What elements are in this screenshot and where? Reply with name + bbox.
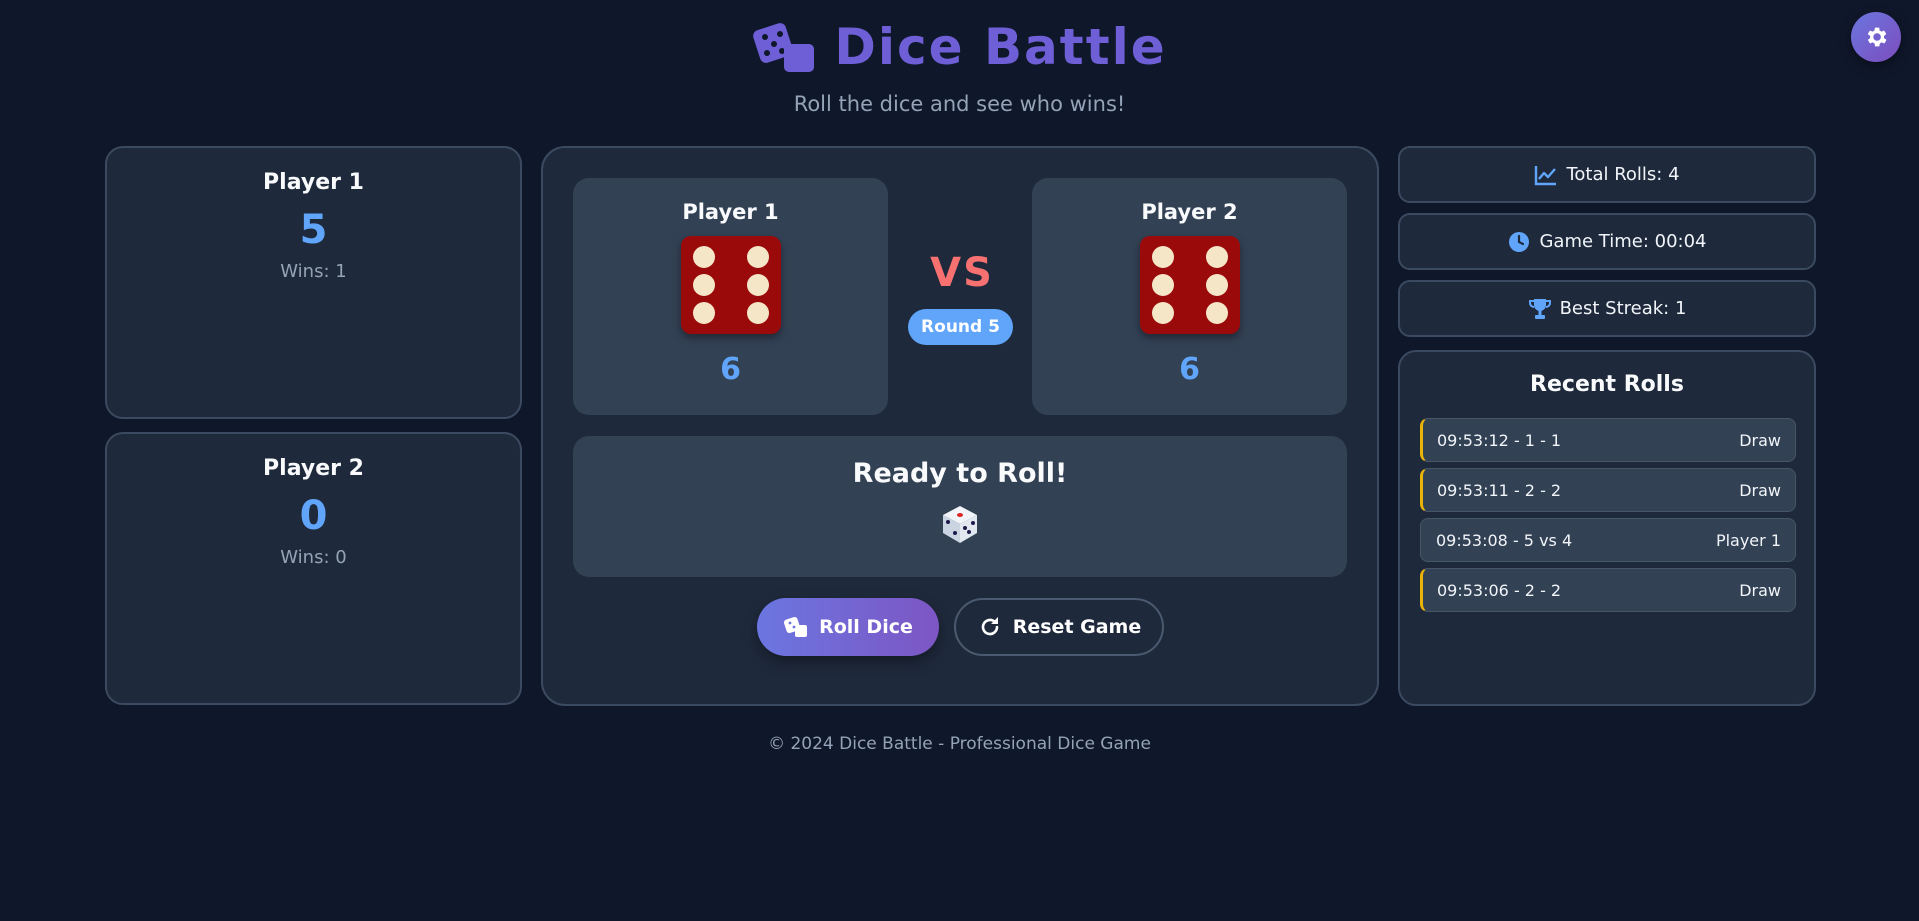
roll-entry-text: 09:53:12 - 1 - 1 [1437, 430, 1562, 450]
player-score: 0 [299, 493, 328, 539]
header: Dice Battle Roll the dice and see who wi… [0, 18, 1919, 116]
recent-rolls-title: Recent Rolls [1530, 372, 1684, 397]
game-die-icon [943, 506, 977, 543]
player-1-die [680, 236, 781, 334]
reset-game-label: Reset Game [1012, 616, 1142, 638]
die-player-label: Player 2 [1141, 200, 1238, 224]
player-2-die-panel: Player 2 6 [1032, 178, 1347, 415]
die-value: 6 [1179, 352, 1200, 387]
player-name: Player 1 [263, 170, 364, 195]
total-rolls-text: Total Rolls: 4 [1566, 164, 1680, 185]
game-arena: Player 1 6 VS Round 5 Player 2 6 Ready t… [541, 146, 1379, 706]
roll-entry-result: Draw [1739, 580, 1781, 600]
recent-rolls-list: 09:53:12 - 1 - 1 Draw 09:53:11 - 2 - 2 D… [1420, 418, 1796, 618]
reset-game-button[interactable]: Reset Game [954, 598, 1164, 656]
player-wins: Wins: 0 [280, 547, 347, 568]
trophy-icon [1528, 298, 1551, 319]
dice-logo-icon [753, 23, 815, 72]
status-text: Ready to Roll! [852, 458, 1068, 489]
vs-label: VS [930, 250, 994, 296]
game-time-stat: Game Time: 00:04 [1398, 213, 1816, 270]
list-item: 09:53:08 - 5 vs 4 Player 1 [1420, 518, 1796, 562]
game-time-text: Game Time: 00:04 [1539, 231, 1707, 252]
player-wins: Wins: 1 [280, 261, 347, 282]
footer: © 2024 Dice Battle - Professional Dice G… [768, 734, 1151, 754]
best-streak-text: Best Streak: 1 [1559, 298, 1687, 319]
player-1-die-panel: Player 1 6 [573, 178, 888, 415]
chart-line-icon [1535, 165, 1557, 185]
die-value: 6 [720, 352, 741, 387]
dice-icon [784, 616, 808, 637]
roll-entry-result: Draw [1739, 480, 1781, 500]
list-item: 09:53:12 - 1 - 1 Draw [1420, 418, 1796, 462]
reset-icon [981, 617, 999, 636]
player-name: Player 2 [263, 456, 364, 481]
best-streak-stat: Best Streak: 1 [1398, 280, 1816, 337]
roll-dice-button[interactable]: Roll Dice [757, 598, 939, 656]
status-panel: Ready to Roll! [573, 436, 1347, 577]
player-2-score-card: Player 2 0 Wins: 0 [105, 432, 522, 705]
app-subtitle: Roll the dice and see who wins! [793, 92, 1126, 116]
recent-rolls-panel: Recent Rolls 09:53:12 - 1 - 1 Draw 09:53… [1398, 350, 1816, 706]
roll-entry-result: Draw [1739, 430, 1781, 450]
total-rolls-stat: Total Rolls: 4 [1398, 146, 1816, 203]
player-1-score-card: Player 1 5 Wins: 1 [105, 146, 522, 419]
roll-entry-text: 09:53:11 - 2 - 2 [1437, 480, 1562, 500]
roll-entry-result: Player 1 [1715, 530, 1781, 550]
gear-icon [1867, 27, 1887, 47]
roll-dice-label: Roll Dice [819, 616, 913, 638]
roll-entry-text: 09:53:06 - 2 - 2 [1437, 580, 1562, 600]
settings-button[interactable] [1851, 12, 1901, 62]
list-item: 09:53:06 - 2 - 2 Draw [1420, 568, 1796, 612]
app-title: Dice Battle [834, 18, 1167, 76]
die-player-label: Player 1 [682, 200, 779, 224]
player-score: 5 [299, 207, 328, 253]
clock-icon [1509, 231, 1530, 252]
player-2-die [1139, 236, 1240, 334]
list-item: 09:53:11 - 2 - 2 Draw [1420, 468, 1796, 512]
round-badge: Round 5 [908, 309, 1013, 345]
roll-entry-text: 09:53:08 - 5 vs 4 [1436, 530, 1573, 550]
